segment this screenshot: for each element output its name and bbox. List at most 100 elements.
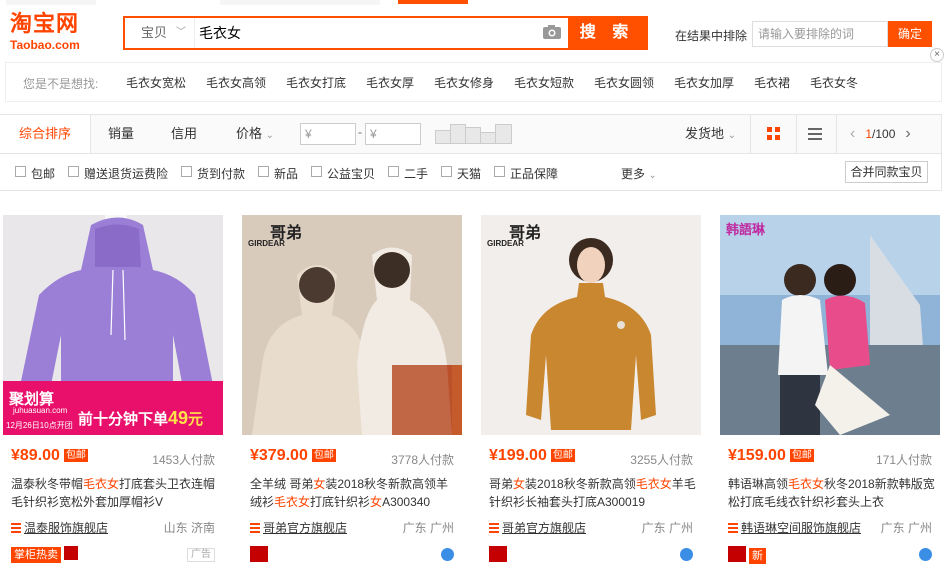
sort-bar: 综合排序 销量 信用 价格 ⌄ ¥ - ¥ 发货地 ⌄ ‹ 1/100 › [0, 114, 942, 154]
suggestion-link[interactable]: 毛衣女宽松 [126, 74, 186, 91]
product-card[interactable]: 聚划算 juhuasuan.com 12月26日10点开团 前十分钟下单49元 … [3, 215, 225, 567]
price-row: ¥89.00 包邮 1453人付款 [11, 447, 221, 467]
promo-date: 12月26日10点开团 [6, 421, 73, 430]
filter-checkbox[interactable] [258, 166, 269, 177]
tmall-icon [250, 546, 268, 562]
filter-checkbox[interactable] [388, 166, 399, 177]
shop-name-link[interactable]: 韩语琳空间服饰旗舰店 [741, 521, 861, 535]
tab-default-sort[interactable]: 综合排序 [0, 115, 91, 153]
pager: ‹ 1/100 › [850, 115, 911, 153]
free-shipping-badge: 包邮 [311, 449, 336, 462]
filter-label[interactable]: 赠送退货运费险 [84, 165, 168, 182]
filter-checkbox[interactable] [494, 166, 505, 177]
product-title[interactable]: 哥弟女装2018秋冬新款高领毛衣女羊毛针织衫长袖套头打底A300019 [489, 475, 697, 511]
product-title[interactable]: 全羊绒 哥弟女装2018秋冬新款高领羊绒衫毛衣女打底针织衫女A300340 [250, 475, 458, 511]
suggestion-link[interactable]: 毛衣女圆领 [594, 74, 654, 91]
tab-price-label: 价格 [235, 126, 262, 141]
tab-credit[interactable]: 信用 [155, 115, 213, 153]
suggestions-bar: 您是不是想找: 毛衣女宽松 毛衣女高领 毛衣女打底 毛衣女厚 毛衣女修身 毛衣女… [5, 62, 942, 102]
product-image[interactable]: 哥弟 GIRDEAR [242, 215, 462, 435]
suggestion-link[interactable]: 毛衣女冬 [810, 74, 858, 91]
filter-checkbox[interactable] [181, 166, 192, 177]
shop-name-link[interactable]: 哥弟官方旗舰店 [502, 521, 586, 535]
suggestion-link[interactable]: 毛衣女加厚 [674, 74, 734, 91]
new-badge: 新 [749, 548, 766, 564]
product-title[interactable]: 韩语琳高领毛衣女秋冬2018新款韩版宽松打底毛线衣针织衫套头上衣 [728, 475, 936, 511]
search-button[interactable]: 搜 索 [568, 18, 646, 48]
suggestion-link[interactable]: 毛衣女高领 [206, 74, 266, 91]
product-price: ¥89.00 [11, 447, 60, 464]
shop-icon [489, 523, 499, 533]
filter-label[interactable]: 新品 [274, 165, 298, 182]
sales-count: 171人付款 [875, 453, 932, 467]
suggestions-label: 您是不是想找: [23, 77, 99, 91]
shop-name-link[interactable]: 哥弟官方旗舰店 [263, 521, 347, 535]
product-card[interactable]: 哥弟 GIRDEAR ¥379.00 包邮 3778人付款 全羊绒 哥弟女装201… [242, 215, 464, 567]
tab-price[interactable]: 价格 ⌄ [225, 115, 285, 153]
filter-checkbox[interactable] [441, 166, 452, 177]
filter-checkbox[interactable] [311, 166, 322, 177]
product-image[interactable]: 韩語琳 [720, 215, 940, 435]
filter-checkbox[interactable] [68, 166, 79, 177]
promo-price: 49 [168, 408, 189, 428]
title-part: 温泰秋冬带帽 [11, 477, 84, 491]
chevron-down-icon: ⌄ [265, 130, 275, 141]
price-range-histogram[interactable] [435, 124, 512, 144]
suggestion-link[interactable]: 毛衣裙 [754, 74, 790, 91]
merge-same-items-button[interactable]: 合并同款宝贝 [845, 161, 928, 183]
filter-checkbox[interactable] [15, 166, 26, 177]
product-title[interactable]: 温泰秋冬带帽毛衣女打底套头卫衣连帽毛针织衫宽松外套加厚帽衫V [11, 475, 219, 511]
close-icon[interactable]: × [930, 48, 944, 62]
product-card[interactable]: 哥弟 GIRDEAR ¥199.00 包邮 3255人付款 哥弟女装2018秋冬新… [481, 215, 703, 567]
sales-count: 3778人付款 [391, 453, 454, 467]
wangwang-icon[interactable] [441, 548, 454, 561]
more-filters-dropdown[interactable]: 更多 ⌄ [621, 165, 657, 182]
exclude-confirm-button[interactable]: 确定 [888, 21, 932, 47]
product-image[interactable]: 聚划算 juhuasuan.com 12月26日10点开团 前十分钟下单49元 [3, 215, 223, 435]
badge-row [250, 546, 460, 564]
list-view-icon[interactable] [808, 127, 822, 141]
product-card[interactable]: 韩語琳 ¥159.00 包邮 171人付款 韩语琳高领毛衣女秋冬2018新款韩版宽… [720, 215, 942, 567]
shop-location: 山东 济南 [163, 521, 215, 535]
wangwang-icon[interactable] [680, 548, 693, 561]
filter-label[interactable]: 公益宝贝 [327, 165, 375, 182]
page-next-icon[interactable]: › [905, 125, 910, 142]
badge-row [489, 546, 699, 564]
free-shipping-badge: 包邮 [789, 449, 814, 462]
search-input[interactable]: 毛衣女 [199, 18, 529, 48]
page-prev-icon[interactable]: ‹ [850, 125, 855, 142]
shop-location: 广东 广州 [641, 521, 693, 535]
logo-text-cn: 淘宝网 [10, 12, 80, 37]
tab-sales[interactable]: 销量 [92, 115, 150, 153]
ship-from-dropdown[interactable]: 发货地 ⌄ [685, 115, 736, 155]
filter-label[interactable]: 正品保障 [510, 165, 558, 182]
camera-icon[interactable] [543, 25, 561, 39]
search-box: 宝贝 ﹀ 毛衣女 搜 索 [123, 16, 648, 50]
tmall-icon [728, 546, 746, 562]
filter-label[interactable]: 二手 [404, 165, 428, 182]
price-min-input[interactable]: ¥ [300, 123, 356, 145]
shop-name-link[interactable]: 温泰服饰旗舰店 [24, 521, 108, 535]
filter-label[interactable]: 货到付款 [197, 165, 245, 182]
title-keyword: 毛衣女 [83, 477, 120, 491]
taobao-logo[interactable]: 淘宝网 Taobao.com [10, 12, 110, 52]
suggestion-link[interactable]: 毛衣女厚 [366, 74, 414, 91]
tmall-icon [489, 546, 507, 562]
ad-label: 广告 [187, 548, 215, 562]
free-shipping-badge: 包邮 [550, 449, 575, 462]
suggestion-link[interactable]: 毛衣女修身 [434, 74, 494, 91]
ship-from-label: 发货地 [685, 126, 725, 141]
grid-view-icon[interactable] [767, 127, 781, 141]
shop-location: 广东 广州 [402, 521, 454, 535]
wangwang-icon[interactable] [919, 548, 932, 561]
suggestion-link[interactable]: 毛衣女短款 [514, 74, 574, 91]
suggestion-link[interactable]: 毛衣女打底 [286, 74, 346, 91]
price-max-input[interactable]: ¥ [365, 123, 421, 145]
filter-label[interactable]: 包邮 [31, 165, 55, 182]
search-type-select[interactable]: 宝贝 ﹀ [125, 18, 195, 48]
promo-unit: 元 [188, 411, 204, 428]
filter-label[interactable]: 天猫 [457, 165, 481, 182]
product-image[interactable]: 哥弟 GIRDEAR [481, 215, 701, 435]
promo-site: juhuasuan.com [13, 406, 68, 415]
exclude-input[interactable]: 请输入要排除的词 [752, 21, 888, 47]
